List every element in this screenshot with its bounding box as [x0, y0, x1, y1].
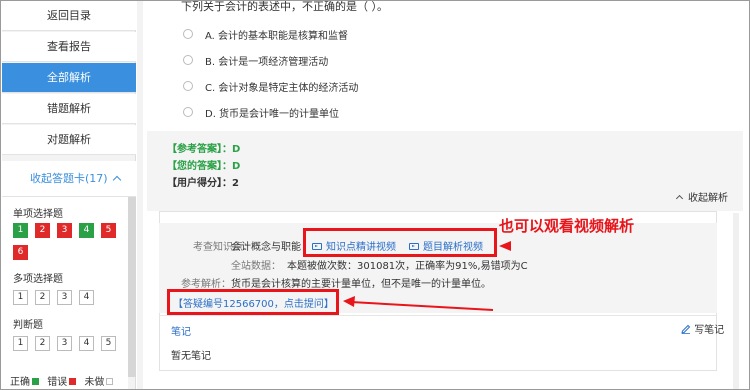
- window-frame: 返回目录 查看报告 全部解析 错题解析 对题解析 收起答题卡(17) 单项选择题…: [0, 0, 750, 390]
- question-box[interactable]: 3: [57, 290, 72, 305]
- question-box[interactable]: 1: [13, 290, 28, 305]
- answer-card: 单项选择题 1 2 3 4 5 6 多项选择题 1 2 3 4 判断题 1 2 …: [2, 197, 128, 389]
- question-box[interactable]: 1: [13, 223, 28, 238]
- legend-wrong-label: 错误: [47, 377, 68, 388]
- answer-card-toggle-label: 收起答题卡(17): [30, 172, 108, 185]
- legend-correct-swatch: [32, 378, 39, 385]
- question-box[interactable]: 4: [79, 290, 94, 305]
- main-scrollbar[interactable]: [733, 213, 739, 389]
- write-note-button[interactable]: 写笔记: [681, 321, 724, 336]
- collapse-analysis-label: 收起解析: [688, 193, 728, 204]
- question-box[interactable]: 3: [57, 336, 72, 351]
- nav-correct-analysis[interactable]: 对题解析: [2, 125, 136, 155]
- user-score: 【用户得分】：2: [167, 178, 239, 189]
- write-note-label: 写笔记: [694, 325, 725, 336]
- reference-analysis-label: 参考解析：: [181, 279, 231, 290]
- question-box[interactable]: 2: [35, 223, 50, 238]
- question-box[interactable]: 4: [79, 336, 94, 351]
- collapse-analysis-button[interactable]: 收起解析: [675, 189, 728, 204]
- section-title-true-false: 判断题: [13, 320, 43, 331]
- main-content: 下列关于会计的表述中，不正确的是（ ）。 A. 会计的基本职能是核算和监督 B.…: [147, 0, 749, 389]
- radio-icon[interactable]: [183, 81, 193, 91]
- annotation-arrow-top: [499, 241, 511, 251]
- question-box[interactable]: 1: [13, 336, 28, 351]
- question-box[interactable]: 3: [57, 223, 72, 238]
- your-answer: 【您的答案】：D: [167, 161, 241, 172]
- sidebar: 返回目录 查看报告 全部解析 错题解析 对题解析 收起答题卡(17) 单项选择题…: [2, 1, 136, 389]
- option-c-text: C. 会计对象是特定主体的经济活动: [205, 83, 359, 94]
- annotation-box-question-link: [167, 289, 339, 315]
- radio-icon[interactable]: [183, 29, 193, 39]
- option-a-text: A. 会计的基本职能是核算和监督: [205, 31, 349, 42]
- question-box[interactable]: 2: [35, 290, 50, 305]
- reference-answer: 【参考答案】：D: [167, 144, 241, 155]
- answer-legend: 正确 错误 未做: [10, 373, 118, 388]
- option-b-text: B. 会计是一项经济管理活动: [205, 57, 329, 68]
- annotation-box-videos: [303, 228, 497, 257]
- pencil-icon: [681, 324, 691, 334]
- legend-undone-label: 未做: [84, 377, 105, 388]
- no-notes-text: 暂无笔记: [171, 351, 211, 362]
- question-text: 下列关于会计的表述中，不正确的是（ ）。: [181, 0, 388, 13]
- question-box[interactable]: 2: [35, 336, 50, 351]
- chevron-up-icon: [675, 194, 684, 203]
- annotation-text: 也可以观看视频解析: [499, 217, 635, 235]
- question-box[interactable]: 6: [13, 245, 28, 260]
- sidebar-gutter: [137, 1, 143, 389]
- section-title-single-choice: 单项选择题: [13, 209, 63, 220]
- notes-label: 笔记: [171, 327, 191, 338]
- reference-analysis-value: 货币是会计核算的主要计量单位，但不是唯一的计量单位。: [231, 279, 491, 290]
- nav-back-to-catalog[interactable]: 返回目录: [2, 1, 136, 31]
- chevron-up-icon: [112, 175, 121, 185]
- stats-value: 本题被做次数：301081次，正确率为91%,易错项为C: [287, 261, 528, 272]
- legend-wrong-swatch: [69, 378, 77, 385]
- legend-undone-swatch: [106, 378, 114, 385]
- annotation-arrow-bottom: [343, 296, 494, 311]
- question-box[interactable]: 4: [79, 223, 94, 238]
- nav-view-report[interactable]: 查看报告: [2, 32, 136, 62]
- answer-card-toggle[interactable]: 收起答题卡(17): [2, 161, 136, 197]
- legend-correct-label: 正确: [10, 377, 30, 388]
- nav-all-analysis[interactable]: 全部解析: [2, 63, 136, 93]
- section-title-multiple-choice: 多项选择题: [13, 274, 63, 285]
- question-box[interactable]: 5: [101, 336, 116, 351]
- topic-value: 会计概念与职能: [231, 242, 301, 253]
- stats-label: 全站数据：: [231, 261, 281, 272]
- notes-divider: [159, 315, 717, 316]
- question-box[interactable]: 5: [101, 223, 116, 238]
- sidebar-scrollbar[interactable]: [128, 197, 136, 377]
- nav-wrong-analysis[interactable]: 错题解析: [2, 94, 136, 124]
- radio-icon[interactable]: [183, 55, 193, 65]
- radio-icon[interactable]: [183, 107, 193, 117]
- option-d-text: D. 货币是会计唯一的计量单位: [205, 109, 340, 120]
